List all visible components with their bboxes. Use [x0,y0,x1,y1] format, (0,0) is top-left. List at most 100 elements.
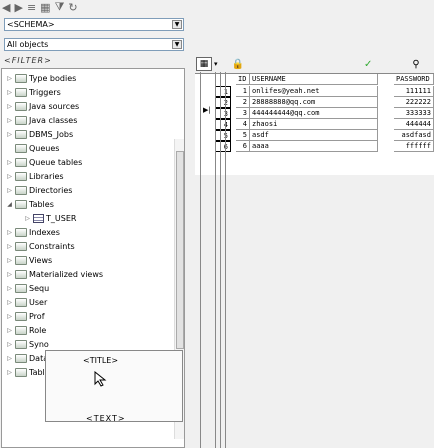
tree-item-users[interactable]: ▷ User [6,296,47,308]
cell-password[interactable]: ffffff [394,141,434,152]
row-number[interactable]: 3 [215,108,231,119]
column-header-password[interactable]: PASSWORD [394,74,434,85]
collapse-icon[interactable]: ◢ [6,201,13,208]
tree-item-label: Queue tables [29,157,83,167]
column-header-id[interactable]: ID [236,74,250,85]
tree-item-roles[interactable]: ▷ Role [6,324,46,336]
binoculars-icon[interactable]: ⚲ [412,59,419,70]
schema-combo[interactable]: <SCHEMA> ▼ [4,18,184,31]
expand-icon[interactable]: ▷ [6,285,13,292]
expand-icon[interactable]: ▷ [6,243,13,250]
cell-password[interactable]: asdfasd [394,130,434,141]
cell-password[interactable]: 333333 [394,108,434,119]
expand-icon[interactable]: ▷ [6,355,13,362]
grid-view-button[interactable]: ▦ [196,57,212,71]
cell-id[interactable]: 3 [236,108,250,119]
column-header-username[interactable]: USERNAME [250,74,378,85]
tree-item-constraints[interactable]: ▷ Constraints [6,240,75,252]
cell-id[interactable]: 2 [236,97,250,108]
row-number[interactable]: 1 [215,86,231,97]
expand-icon[interactable]: ▷ [6,271,13,278]
cell-username[interactable]: 28888888@qq.com [250,97,378,108]
popup-text: <TEXT> [86,414,126,423]
expand-icon[interactable]: ▷ [6,229,13,236]
expand-icon[interactable]: ▷ [6,369,13,376]
cell-username[interactable]: aaaa [250,141,378,152]
popup-title: <TITLE> [83,356,119,365]
tree-item-libraries[interactable]: ▷ Libraries [6,170,64,182]
tree-item-profiles[interactable]: ▷ Prof [6,310,45,322]
cell-username[interactable]: asdf [250,130,378,141]
folder-icon [15,87,27,97]
sort-icon[interactable]: ≡ [27,1,36,14]
scrollbar-thumb[interactable] [176,151,184,349]
cell-id[interactable]: 6 [236,141,250,152]
cell-password[interactable]: 222222 [394,97,434,108]
expand-icon[interactable]: ▷ [6,313,13,320]
expand-icon[interactable]: ▷ [6,187,13,194]
tree-item-label: Views [29,255,53,265]
tree-item-tables[interactable]: ◢ Tables [6,198,54,210]
tree-item-queues[interactable]: Queues [6,142,59,154]
row-number[interactable]: 4 [215,119,231,130]
tree-item-views[interactable]: ▷ Views [6,254,52,266]
folder-icon [15,367,27,377]
cell-id[interactable]: 5 [236,130,250,141]
tree-item-label: Constraints [29,241,75,251]
row-number[interactable]: 5 [215,130,231,141]
chevron-down-icon[interactable]: ▼ [172,40,182,49]
filter-icon[interactable]: ⧩ [55,0,65,14]
tree-item-triggers[interactable]: ▷ Triggers [6,86,61,98]
lock-icon[interactable]: 🔒 [232,59,244,70]
tree-item-type-bodies[interactable]: ▷ Type bodies [6,72,76,84]
cell-username[interactable]: onlifes@yeah.net [250,86,378,97]
expand-icon[interactable]: ▷ [6,103,13,110]
expand-icon[interactable]: ▷ [6,75,13,82]
expand-icon[interactable]: ▷ [6,173,13,180]
forward-icon[interactable]: ▶ [14,1,22,14]
grid-toolbar: ▦ ▾ 🔒 ✓ ⚲ [196,56,434,72]
tree-item-materialized-views[interactable]: ▷ Materialized views [6,268,103,280]
tree-item-queue-tables[interactable]: ▷ Queue tables [6,156,82,168]
refresh-icon[interactable]: ↻ [68,1,77,14]
tree-item-java-sources[interactable]: ▷ Java sources [6,100,79,112]
cell-password[interactable]: 111111 [394,86,434,97]
row-number[interactable]: 2 [215,97,231,108]
tree-item-label: Role [29,325,47,335]
tree-item-directories[interactable]: ▷ Directories [6,184,72,196]
result-grid[interactable]: ID USERNAME PASSWORD ▶| 1 1 onlifes@yeah… [195,73,434,175]
expand-icon[interactable]: ▷ [6,117,13,124]
cell-username[interactable]: zhaosi [250,119,378,130]
tree-item-dbms-jobs[interactable]: ▷ DBMS_Jobs [6,128,73,140]
tree-item-java-classes[interactable]: ▷ Java classes [6,114,77,126]
folder-icon [15,283,27,293]
tree-item-label: T_USER [46,213,77,223]
tree-item-sequences[interactable]: ▷ Sequ [6,282,49,294]
tree-item-synonyms[interactable]: ▷ Syno [6,338,49,350]
expand-icon[interactable]: ▷ [6,327,13,334]
back-icon[interactable]: ◀ [2,1,10,14]
expand-icon[interactable]: ▷ [6,299,13,306]
tree-item-database-links[interactable]: ▷ Data [6,352,48,364]
object-type-combo[interactable]: All objects ▼ [4,38,184,51]
schema-combo-value: <SCHEMA> [7,20,55,29]
expand-icon[interactable]: ▷ [6,341,13,348]
schema-icon[interactable]: ▦ [40,1,50,14]
cell-password[interactable]: 444444 [394,119,434,130]
tree-item-indexes[interactable]: ▷ Indexes [6,226,60,238]
folder-icon [15,255,27,265]
chevron-down-icon[interactable]: ▼ [172,20,182,29]
expand-icon[interactable]: ▷ [24,215,31,222]
expand-icon[interactable]: ▷ [6,159,13,166]
cell-id[interactable]: 1 [236,86,250,97]
expand-icon[interactable]: ▷ [6,89,13,96]
chevron-down-icon[interactable]: ▾ [214,60,218,68]
cell-id[interactable]: 4 [236,119,250,130]
row-number[interactable]: 6 [215,141,231,152]
commit-icon[interactable]: ✓ [364,59,372,70]
folder-icon [15,339,27,349]
cell-username[interactable]: 444444444@qq.com [250,108,378,119]
tree-item-t-user[interactable]: ▷ T_USER [24,212,76,224]
expand-icon[interactable]: ▷ [6,131,13,138]
expand-icon[interactable]: ▷ [6,257,13,264]
